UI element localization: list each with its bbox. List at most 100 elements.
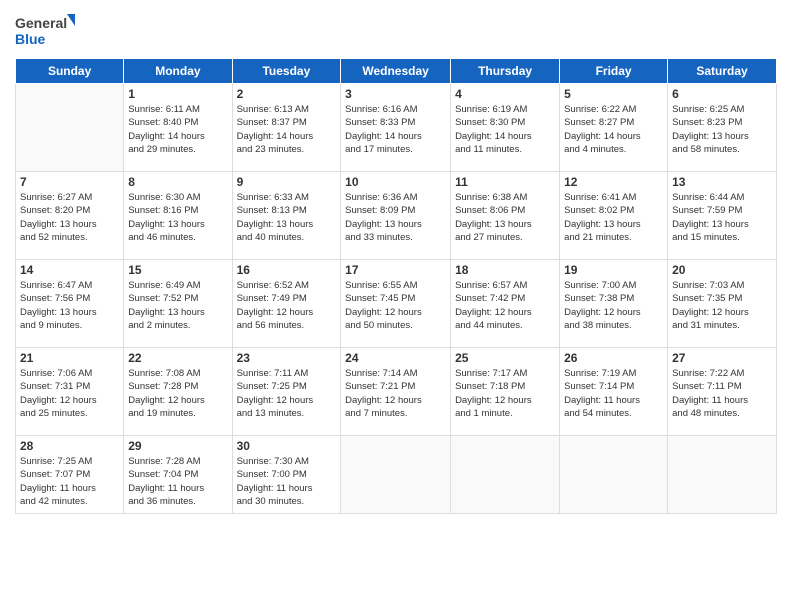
- calendar-day-cell: 23Sunrise: 7:11 AMSunset: 7:25 PMDayligh…: [232, 348, 341, 436]
- day-number: 25: [455, 351, 555, 365]
- day-number: 15: [128, 263, 227, 277]
- calendar-day-cell: [451, 436, 560, 514]
- calendar-day-cell: [341, 436, 451, 514]
- day-info: Sunrise: 6:27 AMSunset: 8:20 PMDaylight:…: [20, 191, 119, 244]
- day-info: Sunrise: 7:30 AMSunset: 7:00 PMDaylight:…: [237, 455, 337, 508]
- svg-text:Blue: Blue: [15, 31, 46, 47]
- day-number: 3: [345, 87, 446, 101]
- day-info: Sunrise: 6:13 AMSunset: 8:37 PMDaylight:…: [237, 103, 337, 156]
- calendar-day-cell: 20 Sunrise: 7:03 AMSunset: 7:35 PMDayligh…: [668, 260, 777, 348]
- calendar-day-cell: 2 Sunrise: 6:13 AMSunset: 8:37 PMDaylight…: [232, 84, 341, 172]
- day-info: Sunrise: 6:33 AMSunset: 8:13 PMDaylight:…: [237, 191, 337, 244]
- calendar-day-cell: [668, 436, 777, 514]
- day-number: 10: [345, 175, 446, 189]
- calendar: Sunday Monday Tuesday Wednesday Thursday…: [15, 58, 777, 514]
- day-info: Sunrise: 6:22 AMSunset: 8:27 PMDaylight:…: [564, 103, 663, 156]
- day-number: 27: [672, 351, 772, 365]
- day-number: 26: [564, 351, 663, 365]
- col-wednesday: Wednesday: [341, 59, 451, 84]
- day-info: Sunrise: 6:30 AMSunset: 8:16 PMDaylight:…: [128, 191, 227, 244]
- day-number: 8: [128, 175, 227, 189]
- day-info: Sunrise: 6:11 AMSunset: 8:40 PMDaylight:…: [128, 103, 227, 156]
- day-info: Sunrise: 6:16 AMSunset: 8:33 PMDaylight:…: [345, 103, 446, 156]
- day-info: Sunrise: 6:57 AMSunset: 7:42 PMDaylight:…: [455, 279, 555, 332]
- day-info: Sunrise: 6:47 AMSunset: 7:56 PMDaylight:…: [20, 279, 119, 332]
- day-info: Sunrise: 7:11 AMSunset: 7:25 PMDaylight:…: [237, 367, 337, 420]
- day-info: Sunrise: 6:36 AMSunset: 8:09 PMDaylight:…: [345, 191, 446, 244]
- calendar-day-cell: 27 Sunrise: 7:22 AMSunset: 7:11 PMDayligh…: [668, 348, 777, 436]
- day-number: 19: [564, 263, 663, 277]
- calendar-week-row: 1 Sunrise: 6:11 AMSunset: 8:40 PMDaylight…: [16, 84, 777, 172]
- day-info: Sunrise: 7:03 AMSunset: 7:35 PMDaylight:…: [672, 279, 772, 332]
- day-info: Sunrise: 6:44 AMSunset: 7:59 PMDaylight:…: [672, 191, 772, 244]
- calendar-day-cell: 24 Sunrise: 7:14 AMSunset: 7:21 PMDayligh…: [341, 348, 451, 436]
- day-info: Sunrise: 7:22 AMSunset: 7:11 PMDaylight:…: [672, 367, 772, 420]
- day-number: 6: [672, 87, 772, 101]
- calendar-week-row: 28 Sunrise: 7:25 AMSunset: 7:07 PMDayligh…: [16, 436, 777, 514]
- calendar-day-cell: 18 Sunrise: 6:57 AMSunset: 7:42 PMDayligh…: [451, 260, 560, 348]
- calendar-day-cell: 1 Sunrise: 6:11 AMSunset: 8:40 PMDaylight…: [124, 84, 232, 172]
- day-number: 5: [564, 87, 663, 101]
- calendar-day-cell: 25 Sunrise: 7:17 AMSunset: 7:18 PMDayligh…: [451, 348, 560, 436]
- calendar-day-cell: 10 Sunrise: 6:36 AMSunset: 8:09 PMDayligh…: [341, 172, 451, 260]
- calendar-day-cell: 12 Sunrise: 6:41 AMSunset: 8:02 PMDayligh…: [560, 172, 668, 260]
- day-number: 9: [237, 175, 337, 189]
- day-number: 11: [455, 175, 555, 189]
- col-sunday: Sunday: [16, 59, 124, 84]
- col-monday: Monday: [124, 59, 232, 84]
- logo-svg: General Blue: [15, 10, 75, 52]
- col-thursday: Thursday: [451, 59, 560, 84]
- calendar-day-cell: 26Sunrise: 7:19 AMSunset: 7:14 PMDayligh…: [560, 348, 668, 436]
- calendar-day-cell: 4 Sunrise: 6:19 AMSunset: 8:30 PMDaylight…: [451, 84, 560, 172]
- calendar-day-cell: 21Sunrise: 7:06 AMSunset: 7:31 PMDayligh…: [16, 348, 124, 436]
- day-info: Sunrise: 6:19 AMSunset: 8:30 PMDaylight:…: [455, 103, 555, 156]
- day-number: 1: [128, 87, 227, 101]
- day-info: Sunrise: 7:28 AMSunset: 7:04 PMDaylight:…: [128, 455, 227, 508]
- col-tuesday: Tuesday: [232, 59, 341, 84]
- day-number: 16: [237, 263, 337, 277]
- calendar-day-cell: 8 Sunrise: 6:30 AMSunset: 8:16 PMDaylight…: [124, 172, 232, 260]
- day-info: Sunrise: 7:25 AMSunset: 7:07 PMDaylight:…: [20, 455, 119, 508]
- day-number: 13: [672, 175, 772, 189]
- page: General Blue Sunday Monday Tuesday Wedne…: [0, 0, 792, 612]
- calendar-day-cell: 17Sunrise: 6:55 AMSunset: 7:45 PMDayligh…: [341, 260, 451, 348]
- day-number: 29: [128, 439, 227, 453]
- calendar-week-row: 7 Sunrise: 6:27 AMSunset: 8:20 PMDaylight…: [16, 172, 777, 260]
- day-info: Sunrise: 6:25 AMSunset: 8:23 PMDaylight:…: [672, 103, 772, 156]
- day-info: Sunrise: 6:49 AMSunset: 7:52 PMDaylight:…: [128, 279, 227, 332]
- day-number: 2: [237, 87, 337, 101]
- calendar-day-cell: 5 Sunrise: 6:22 AMSunset: 8:27 PMDaylight…: [560, 84, 668, 172]
- day-info: Sunrise: 6:52 AMSunset: 7:49 PMDaylight:…: [237, 279, 337, 332]
- calendar-week-row: 21Sunrise: 7:06 AMSunset: 7:31 PMDayligh…: [16, 348, 777, 436]
- day-info: Sunrise: 7:17 AMSunset: 7:18 PMDaylight:…: [455, 367, 555, 420]
- day-number: 30: [237, 439, 337, 453]
- day-number: 7: [20, 175, 119, 189]
- day-number: 12: [564, 175, 663, 189]
- day-info: Sunrise: 7:08 AMSunset: 7:28 PMDaylight:…: [128, 367, 227, 420]
- day-number: 20: [672, 263, 772, 277]
- day-number: 18: [455, 263, 555, 277]
- day-info: Sunrise: 6:41 AMSunset: 8:02 PMDaylight:…: [564, 191, 663, 244]
- calendar-day-cell: 6 Sunrise: 6:25 AMSunset: 8:23 PMDaylight…: [668, 84, 777, 172]
- calendar-header-row: Sunday Monday Tuesday Wednesday Thursday…: [16, 59, 777, 84]
- header: General Blue: [15, 10, 777, 52]
- calendar-day-cell: 7 Sunrise: 6:27 AMSunset: 8:20 PMDaylight…: [16, 172, 124, 260]
- calendar-day-cell: 19 Sunrise: 7:00 AMSunset: 7:38 PMDayligh…: [560, 260, 668, 348]
- calendar-day-cell: 16 Sunrise: 6:52 AMSunset: 7:49 PMDayligh…: [232, 260, 341, 348]
- calendar-day-cell: 3 Sunrise: 6:16 AMSunset: 8:33 PMDaylight…: [341, 84, 451, 172]
- day-info: Sunrise: 7:00 AMSunset: 7:38 PMDaylight:…: [564, 279, 663, 332]
- calendar-day-cell: 11Sunrise: 6:38 AMSunset: 8:06 PMDayligh…: [451, 172, 560, 260]
- day-info: Sunrise: 7:14 AMSunset: 7:21 PMDaylight:…: [345, 367, 446, 420]
- day-number: 4: [455, 87, 555, 101]
- calendar-week-row: 14Sunrise: 6:47 AMSunset: 7:56 PMDayligh…: [16, 260, 777, 348]
- calendar-day-cell: 14Sunrise: 6:47 AMSunset: 7:56 PMDayligh…: [16, 260, 124, 348]
- calendar-day-cell: 30 Sunrise: 7:30 AMSunset: 7:00 PMDayligh…: [232, 436, 341, 514]
- calendar-day-cell: 29 Sunrise: 7:28 AMSunset: 7:04 PMDayligh…: [124, 436, 232, 514]
- day-number: 22: [128, 351, 227, 365]
- day-number: 28: [20, 439, 119, 453]
- col-friday: Friday: [560, 59, 668, 84]
- calendar-day-cell: 22 Sunrise: 7:08 AMSunset: 7:28 PMDayligh…: [124, 348, 232, 436]
- col-saturday: Saturday: [668, 59, 777, 84]
- day-number: 24: [345, 351, 446, 365]
- day-info: Sunrise: 7:06 AMSunset: 7:31 PMDaylight:…: [20, 367, 119, 420]
